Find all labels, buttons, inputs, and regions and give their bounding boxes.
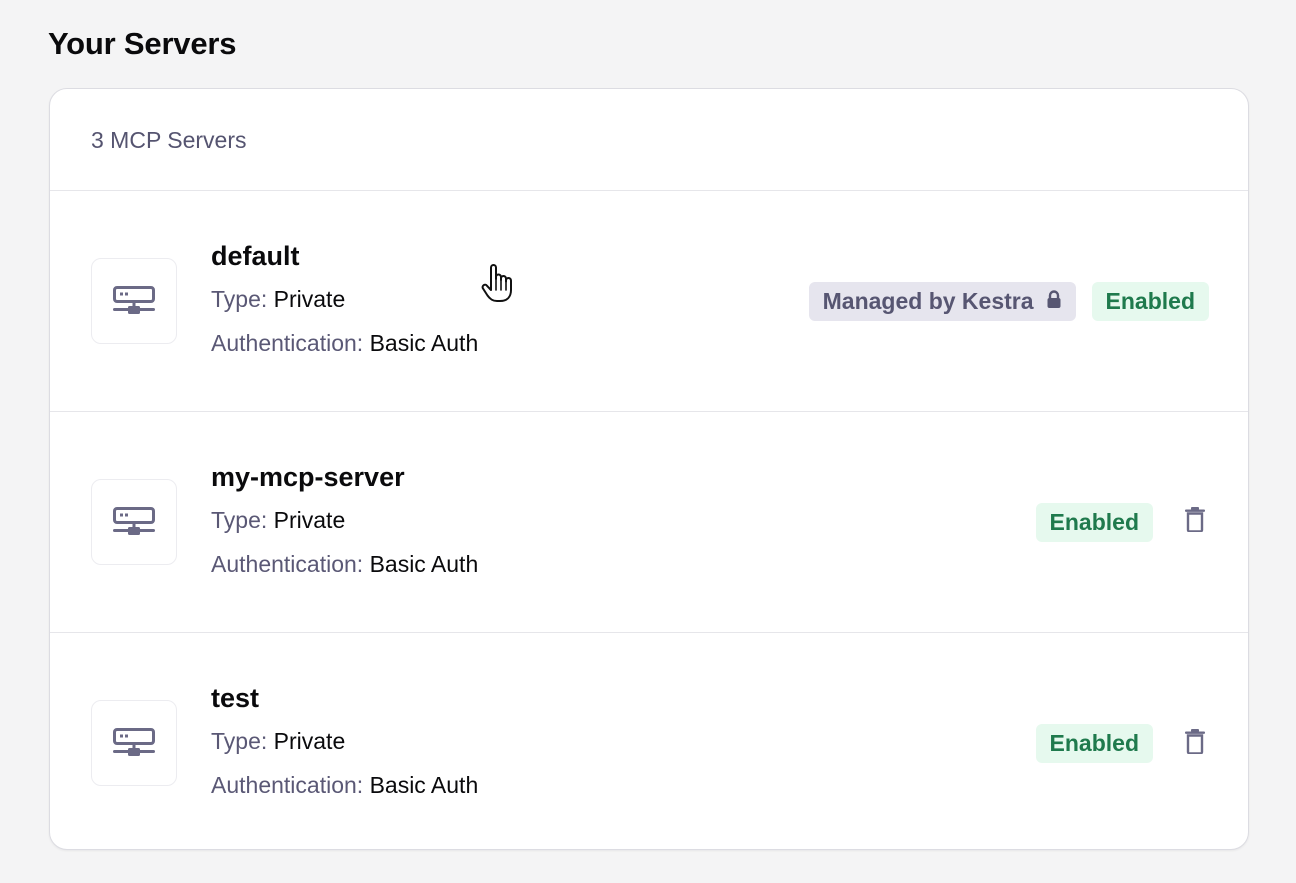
type-label: Type:	[211, 728, 268, 754]
type-value: Private	[273, 507, 346, 533]
server-icon	[91, 700, 177, 786]
authentication-label: Authentication:	[211, 551, 364, 577]
server-name: my-mcp-server	[211, 462, 405, 492]
server-count: 3 MCP Servers	[91, 126, 247, 153]
server-type: Type: Private	[211, 726, 345, 756]
status-badge: Enabled	[1091, 281, 1209, 321]
server-badges: Enabled	[1035, 412, 1209, 632]
server-authentication: Authentication: Basic Auth	[211, 770, 478, 800]
server-row-my-mcp-server[interactable]: my-mcp-server Type: Private Authenticati…	[50, 412, 1248, 633]
type-value: Private	[273, 286, 346, 312]
lock-icon	[1046, 288, 1062, 315]
server-icon	[91, 258, 177, 344]
servers-card: 3 MCP Servers default Type: Private Auth…	[49, 88, 1249, 850]
trash-icon	[1185, 728, 1205, 759]
server-icon	[91, 479, 177, 565]
managed-badge-label: Managed by Kestra	[822, 287, 1034, 314]
authentication-value: Basic Auth	[369, 551, 479, 577]
server-type: Type: Private	[211, 284, 345, 314]
servers-card-header: 3 MCP Servers	[50, 89, 1248, 191]
server-name: default	[211, 241, 300, 271]
server-row-test[interactable]: test Type: Private Authentication: Basic…	[50, 633, 1248, 849]
authentication-value: Basic Auth	[369, 772, 479, 798]
server-name: test	[211, 683, 260, 713]
server-authentication: Authentication: Basic Auth	[211, 328, 478, 358]
server-type: Type: Private	[211, 505, 345, 535]
type-label: Type:	[211, 507, 268, 533]
server-badges: Enabled	[1035, 633, 1209, 849]
server-row-default[interactable]: default Type: Private Authentication: Ba…	[50, 191, 1248, 412]
managed-badge: Managed by Kestra	[808, 281, 1076, 321]
status-badge: Enabled	[1035, 724, 1153, 763]
delete-server-button[interactable]	[1169, 718, 1221, 770]
trash-icon	[1185, 507, 1205, 537]
authentication-label: Authentication:	[211, 330, 364, 356]
server-badges: Managed by Kestra Enabled	[808, 191, 1209, 411]
type-value: Private	[273, 728, 346, 754]
status-badge: Enabled	[1035, 502, 1153, 542]
type-label: Type:	[211, 286, 268, 312]
server-authentication: Authentication: Basic Auth	[211, 549, 478, 579]
authentication-value: Basic Auth	[369, 330, 479, 356]
authentication-label: Authentication:	[211, 772, 364, 798]
delete-server-button[interactable]	[1169, 496, 1221, 548]
page-title: Your Servers	[48, 26, 237, 61]
